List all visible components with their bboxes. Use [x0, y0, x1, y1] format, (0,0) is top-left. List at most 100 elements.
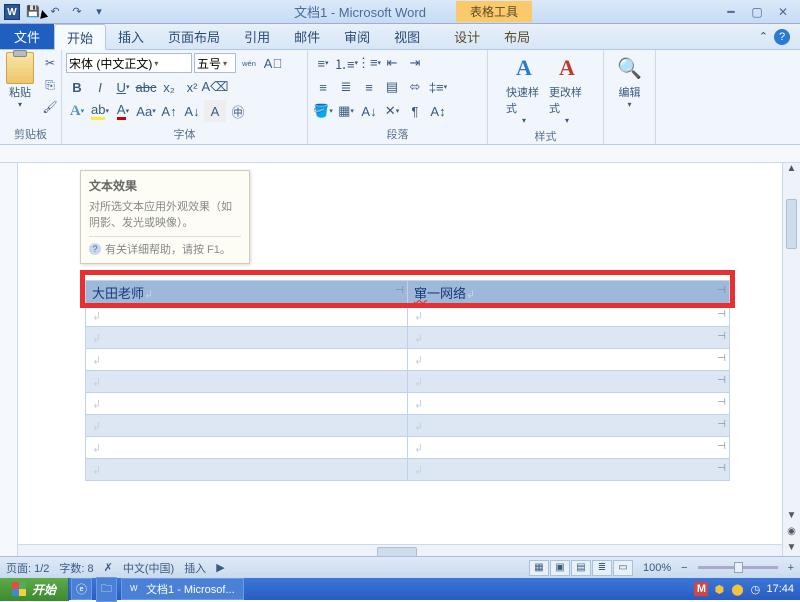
minimize-button[interactable]: ━: [722, 4, 740, 20]
align-left-icon[interactable]: ≡: [312, 76, 334, 98]
shading-icon[interactable]: 🪣▾: [312, 100, 334, 122]
taskbar-word-document[interactable]: W 文档1 - Microsof...: [121, 578, 244, 600]
asian-sort-icon[interactable]: ✕▾: [381, 100, 403, 122]
vertical-scrollbar[interactable]: ▲ ▼ ◉ ▼: [782, 163, 800, 560]
font-color-icon[interactable]: A▾: [112, 100, 134, 122]
tab-table-layout[interactable]: 布局: [492, 24, 542, 49]
change-styles-button[interactable]: A 更改样式▾: [547, 52, 587, 127]
tab-table-design[interactable]: 设计: [442, 24, 492, 49]
decrease-indent-icon[interactable]: ⇤: [381, 52, 403, 74]
tray-shield-icon[interactable]: ⬢: [712, 582, 726, 596]
taskbar-ie-icon[interactable]: ⓔ: [71, 578, 92, 600]
redo-icon[interactable]: ↷: [68, 3, 86, 21]
ime-icon[interactable]: M: [694, 582, 708, 596]
tray-update-icon[interactable]: ⬤: [730, 582, 744, 596]
file-tab[interactable]: 文件: [0, 24, 54, 49]
scroll-thumb[interactable]: [786, 199, 797, 249]
quick-access-toolbar: W 💾 ↶ ↷ ▾: [0, 3, 112, 21]
tab-review[interactable]: 审阅: [332, 24, 382, 49]
shrink-font-icon[interactable]: A↓: [181, 100, 203, 122]
line-spacing-icon[interactable]: ‡≡▾: [427, 76, 449, 98]
windows-logo-icon: [12, 582, 26, 596]
group-styles: A 快速样式▾ A 更改样式▾ 样式: [488, 50, 604, 144]
tab-insert[interactable]: 插入: [106, 24, 156, 49]
text-effects-icon[interactable]: A▾: [66, 100, 88, 122]
tray-network-icon[interactable]: ◷: [748, 582, 762, 596]
horizontal-ruler[interactable]: [0, 145, 800, 163]
view-web-icon[interactable]: ▤: [571, 560, 591, 576]
zoom-slider[interactable]: [698, 566, 778, 569]
char-shading-icon[interactable]: A: [204, 100, 226, 122]
ribbon-minimize-icon[interactable]: ⌃: [759, 30, 768, 43]
tab-home[interactable]: 开始: [54, 24, 106, 50]
view-outline-icon[interactable]: ≣: [592, 560, 612, 576]
status-page[interactable]: 页面: 1/2: [6, 560, 49, 576]
qat-dropdown-icon[interactable]: ▾: [90, 3, 108, 21]
zoom-level[interactable]: 100%: [643, 562, 671, 574]
tab-references[interactable]: 引用: [232, 24, 282, 49]
help-icon[interactable]: ?: [774, 29, 790, 45]
copy-icon[interactable]: ⎘: [39, 74, 61, 96]
view-full-screen-icon[interactable]: ▣: [550, 560, 570, 576]
close-button[interactable]: ✕: [774, 4, 792, 20]
multilevel-list-icon[interactable]: ⋮≡▾: [358, 52, 380, 74]
zoom-in-icon[interactable]: +: [788, 562, 794, 574]
justify-icon[interactable]: ▤: [381, 76, 403, 98]
align-right-icon[interactable]: ≡: [358, 76, 380, 98]
numbering-icon[interactable]: ⒈≡▾: [335, 52, 357, 74]
tray-clock[interactable]: 17:44: [766, 583, 794, 595]
status-proofing-icon[interactable]: ✗: [104, 561, 113, 574]
status-language[interactable]: 中文(中国): [123, 560, 174, 576]
show-marks-icon[interactable]: ¶: [404, 100, 426, 122]
scroll-down-icon[interactable]: ▼: [783, 510, 800, 526]
taskbar-folder-icon[interactable]: 🗀: [96, 577, 117, 602]
asian-layout-icon[interactable]: A↕: [427, 100, 449, 122]
superscript-button[interactable]: x²: [181, 76, 203, 98]
scroll-up-icon[interactable]: ▲: [783, 163, 800, 179]
grow-font-icon[interactable]: A↑: [158, 100, 180, 122]
start-button[interactable]: 开始: [0, 578, 69, 601]
paste-button[interactable]: 粘贴 ▾: [4, 52, 36, 111]
underline-button[interactable]: U▾: [112, 76, 134, 98]
quick-styles-button[interactable]: A 快速样式▾: [504, 52, 544, 127]
prev-page-icon[interactable]: ◉: [783, 526, 800, 542]
table-row: ↲↲⊣: [86, 393, 730, 415]
clear-formatting-icon[interactable]: A⌫: [204, 76, 226, 98]
find-button[interactable]: 🔍 编辑▾: [610, 52, 650, 111]
italic-button[interactable]: I: [89, 76, 111, 98]
view-print-layout-icon[interactable]: ▦: [529, 560, 549, 576]
increase-indent-icon[interactable]: ⇥: [404, 52, 426, 74]
borders-icon[interactable]: ▦▾: [335, 100, 357, 122]
vertical-ruler[interactable]: [0, 163, 18, 560]
format-painter-icon[interactable]: 🖌: [39, 96, 61, 118]
table-row: ↲↲⊣: [86, 327, 730, 349]
change-case-icon[interactable]: Aa▾: [135, 100, 157, 122]
distribute-icon[interactable]: ⬄: [404, 76, 426, 98]
phonetic-guide-icon[interactable]: wén: [238, 52, 260, 74]
enclose-char-icon[interactable]: ㊥: [227, 100, 249, 122]
word-table[interactable]: 大田老师↲⊣ 窜一网络↲⊣ ↲↲⊣ ↲↲⊣ ↲↲⊣ ↲↲⊣ ↲↲⊣ ↲↲⊣ ↲↲…: [85, 280, 730, 481]
bold-button[interactable]: B: [66, 76, 88, 98]
maximize-button[interactable]: ▢: [748, 4, 766, 20]
tab-mailings[interactable]: 邮件: [282, 24, 332, 49]
sort-icon[interactable]: A↓: [358, 100, 380, 122]
view-draft-icon[interactable]: ▭: [613, 560, 633, 576]
group-paragraph: ≡▾ ⒈≡▾ ⋮≡▾ ⇤ ⇥ ≡ ≣ ≡ ▤ ⬄ ‡≡▾ 🪣▾ ▦▾: [308, 50, 488, 144]
highlight-color-icon[interactable]: ab▾: [89, 100, 111, 122]
status-insert-mode[interactable]: 插入: [184, 560, 206, 576]
cut-icon[interactable]: ✂: [39, 52, 61, 74]
table-row: ↲↲⊣: [86, 459, 730, 481]
tab-view[interactable]: 视图: [382, 24, 432, 49]
subscript-button[interactable]: x₂: [158, 76, 180, 98]
character-border-icon[interactable]: A⃞: [262, 52, 284, 74]
bullets-icon[interactable]: ≡▾: [312, 52, 334, 74]
window-controls: ━ ▢ ✕: [714, 4, 800, 20]
font-size-combo[interactable]: 五号▾: [194, 53, 236, 73]
align-center-icon[interactable]: ≣: [335, 76, 357, 98]
strikethrough-button[interactable]: abc: [135, 76, 157, 98]
tab-page-layout[interactable]: 页面布局: [156, 24, 232, 49]
zoom-out-icon[interactable]: −: [681, 562, 687, 574]
font-name-combo[interactable]: 宋体 (中文正文)▾: [66, 53, 192, 73]
status-macro-icon[interactable]: ▶: [216, 561, 224, 574]
status-words[interactable]: 字数: 8: [59, 560, 93, 576]
